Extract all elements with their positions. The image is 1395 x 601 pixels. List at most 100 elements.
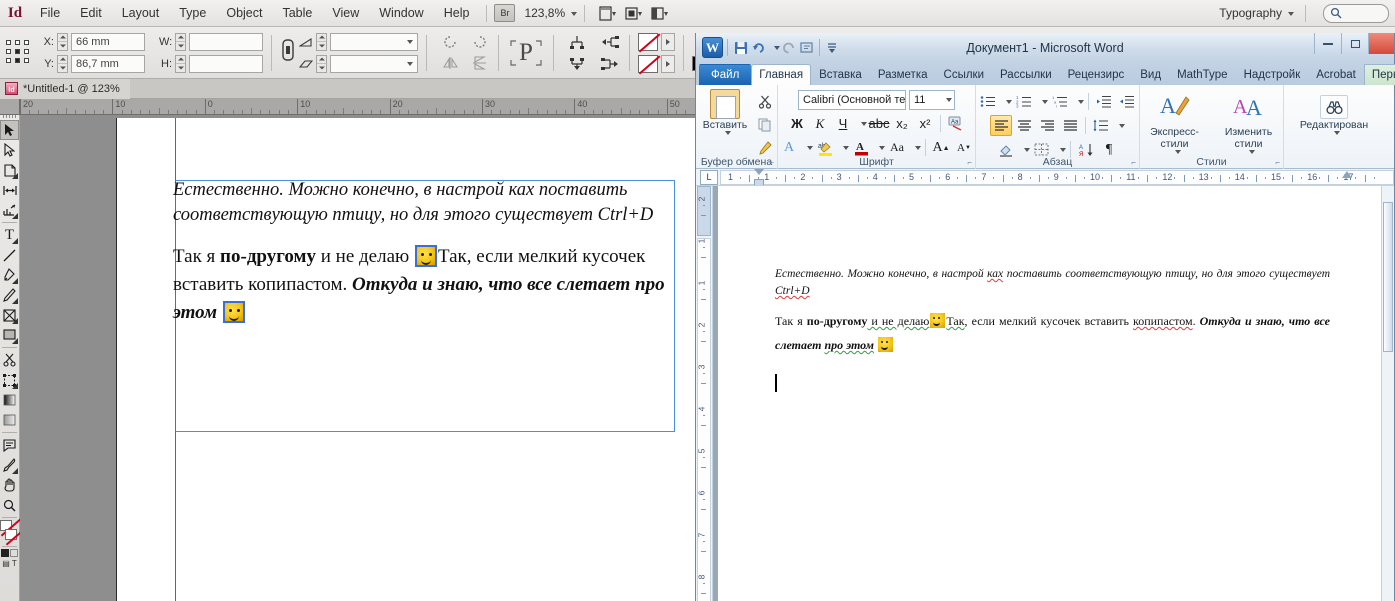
ribbon-tab-8[interactable]: MathType	[1169, 64, 1236, 85]
free-transform-tool[interactable]	[0, 370, 19, 390]
highlight-button[interactable]: ab	[814, 137, 836, 158]
y-stepper[interactable]	[57, 54, 68, 73]
subscript-button[interactable]: x₂	[891, 113, 913, 134]
align-left-button[interactable]	[990, 115, 1012, 136]
type-tool[interactable]: T	[0, 225, 19, 245]
frame-tool[interactable]	[0, 305, 19, 325]
ribbon-tab-0[interactable]: Файл	[699, 64, 752, 85]
indesign-document-text[interactable]: Естественно. Можно конечно, в настрой ка…	[173, 178, 679, 327]
shrink-font-button[interactable]: A ▼	[953, 137, 975, 158]
stroke-dropdown[interactable]	[661, 54, 675, 73]
ribbon-tab-5[interactable]: Рассылки	[992, 64, 1060, 85]
align-bottom-button[interactable]	[566, 55, 588, 73]
change-case-button[interactable]: Aa	[886, 137, 908, 158]
restore-button[interactable]	[1341, 33, 1368, 54]
word-document-text[interactable]: Естественно. Можно конечно, в настрой ка…	[775, 266, 1330, 357]
menu-view[interactable]: View	[322, 0, 369, 27]
paragraph-dialog-launcher[interactable]: ⌐	[1131, 158, 1136, 167]
strikethrough-button[interactable]: abc	[868, 113, 890, 134]
shading-dropdown-icon[interactable]	[1024, 147, 1030, 152]
minimize-button[interactable]	[1314, 33, 1341, 54]
editing-dropdown-icon[interactable]	[1334, 131, 1340, 135]
quick-styles-dropdown-icon[interactable]	[1174, 150, 1181, 154]
menu-window[interactable]: Window	[369, 0, 433, 27]
stroke-swatch[interactable]	[638, 54, 658, 73]
right-indent-marker[interactable]	[1342, 171, 1352, 178]
customize-toolbar-icon[interactable]	[823, 39, 841, 57]
ruler-origin-corner[interactable]	[0, 99, 20, 115]
print-preview-icon[interactable]	[798, 39, 816, 57]
change-styles-dropdown-icon[interactable]	[1248, 150, 1255, 154]
constrain-proportions-button[interactable]	[280, 37, 296, 68]
reference-point-proxy[interactable]	[6, 39, 32, 66]
ribbon-tab-9[interactable]: Надстройк	[1236, 64, 1309, 85]
arrange-documents-button[interactable]	[648, 4, 670, 22]
word-vertical-ruler[interactable]: 21123456789	[696, 186, 713, 601]
rotate-cw-button[interactable]	[468, 33, 490, 51]
apply-color-row[interactable]	[1, 549, 18, 557]
decrease-indent-button[interactable]	[1093, 91, 1115, 112]
align-left-button[interactable]	[599, 33, 621, 51]
ribbon-tab-1[interactable]: Главная	[751, 64, 812, 85]
menu-layout[interactable]: Layout	[112, 0, 170, 27]
normal-preview-row[interactable]: ▤ T	[2, 559, 16, 568]
font-color-dropdown-icon[interactable]	[879, 145, 885, 150]
gap-tool[interactable]	[0, 180, 19, 200]
font-dialog-launcher[interactable]: ⌐	[967, 158, 972, 167]
selection-tool[interactable]	[0, 120, 19, 140]
font-color-button[interactable]: A	[850, 137, 872, 158]
word-horizontal-ruler[interactable]: L 1 1 2 3 4 5 6 7 8 9 10 11 12 13 14 15 16 17	[696, 169, 1394, 186]
ribbon-tab-3[interactable]: Разметка с	[870, 64, 936, 102]
menu-edit[interactable]: Edit	[70, 0, 112, 27]
paste-button[interactable]: Вставить	[698, 89, 752, 135]
close-button[interactable]	[1368, 33, 1394, 54]
x-input[interactable]: 66 mm	[71, 32, 145, 51]
font-size-combobox[interactable]: 11	[909, 90, 955, 110]
menu-object[interactable]: Object	[216, 0, 272, 27]
scale-x-input[interactable]	[330, 32, 418, 51]
highlight-dropdown-icon[interactable]	[843, 145, 849, 150]
scale-y-stepper[interactable]	[316, 54, 327, 73]
indesign-canvas[interactable]: Естественно. Можно конечно, в настрой ка…	[20, 115, 695, 601]
align-right-button[interactable]	[1036, 115, 1058, 136]
change-styles-button[interactable]: AA Изменить стили	[1214, 91, 1284, 154]
ribbon-tab-10[interactable]: Acrobat	[1308, 64, 1364, 85]
view-options-button[interactable]	[596, 4, 618, 22]
ribbon-tab-11[interactable]: Перья	[1363, 64, 1395, 85]
text-effects-button[interactable]: A	[778, 137, 800, 158]
menu-type[interactable]: Type	[169, 0, 216, 27]
fill-swatch[interactable]	[638, 32, 658, 51]
editing-button[interactable]: Редактирован	[1289, 95, 1379, 135]
increase-indent-button[interactable]	[1116, 91, 1138, 112]
y-input[interactable]: 86,7 mm	[71, 54, 145, 73]
justify-button[interactable]	[1059, 115, 1081, 136]
italic-button[interactable]: К	[809, 113, 831, 134]
zoom-tool[interactable]	[0, 495, 19, 515]
align-right-button[interactable]	[599, 55, 621, 73]
w-stepper[interactable]	[175, 32, 186, 51]
scrollbar-thumb[interactable]	[1383, 202, 1393, 352]
save-icon[interactable]	[732, 39, 750, 57]
workspace-switcher[interactable]: Typography	[1219, 6, 1298, 20]
hand-tool[interactable]	[0, 475, 19, 495]
line-tool[interactable]	[0, 245, 19, 265]
flip-vertical-button[interactable]	[468, 54, 490, 72]
underline-dropdown-icon[interactable]	[861, 121, 867, 126]
note-tool[interactable]	[0, 435, 19, 455]
scissors-tool[interactable]	[0, 350, 19, 370]
menu-table[interactable]: Table	[272, 0, 322, 27]
multilevel-list-button[interactable]: 1ai	[1049, 91, 1071, 112]
word-page[interactable]: Естественно. Можно конечно, в настрой ка…	[718, 186, 1383, 601]
h-stepper[interactable]	[175, 54, 186, 73]
pen-tool[interactable]	[0, 265, 19, 285]
scale-x-stepper[interactable]	[316, 32, 327, 51]
direct-selection-tool[interactable]	[0, 140, 19, 160]
clear-formatting-button[interactable]: Aa	[945, 113, 967, 134]
content-collector-tool[interactable]	[0, 200, 19, 220]
word-logo[interactable]: W	[702, 37, 723, 58]
rotate-ccw-button[interactable]	[439, 33, 461, 51]
left-indent-marker[interactable]	[754, 179, 764, 185]
align-top-button[interactable]	[566, 33, 588, 51]
word-vertical-scrollbar[interactable]	[1381, 186, 1394, 601]
bullet-dropdown-icon[interactable]	[1006, 99, 1012, 104]
